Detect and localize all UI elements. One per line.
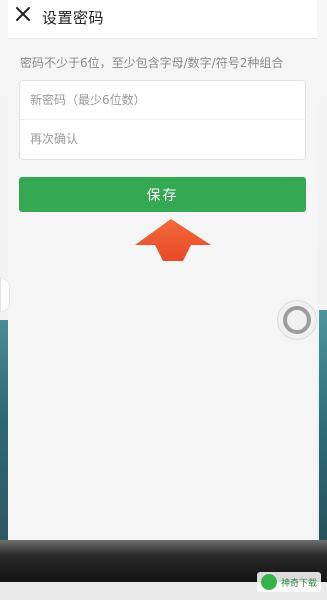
arrow-up-icon bbox=[133, 215, 213, 265]
new-password-field[interactable] bbox=[20, 81, 305, 119]
close-button[interactable] bbox=[10, 3, 36, 29]
password-form bbox=[19, 80, 306, 160]
watermark: 神奇下载 bbox=[256, 572, 321, 592]
watermark-text: 神奇下载 bbox=[280, 578, 317, 589]
password-hint: 密码不少于6位，至少包含字母/数字/符号2种组合 bbox=[20, 56, 284, 70]
assistive-touch-icon bbox=[283, 306, 311, 334]
save-button[interactable]: 保存 bbox=[19, 177, 306, 212]
confirm-password-field[interactable] bbox=[20, 120, 305, 158]
side-edge-handle[interactable] bbox=[0, 278, 10, 312]
app-screen: 设置密码 密码不少于6位，至少包含字母/数字/符号2种组合 保存 bbox=[8, 0, 317, 560]
save-button-label: 保存 bbox=[146, 187, 179, 204]
watermark-logo-icon bbox=[260, 574, 277, 590]
page-title: 设置密码 bbox=[42, 9, 105, 27]
assistive-touch-button[interactable] bbox=[277, 300, 317, 340]
close-icon bbox=[15, 6, 31, 26]
background-edge-right bbox=[319, 310, 327, 560]
top-bar: 设置密码 bbox=[8, 0, 317, 39]
